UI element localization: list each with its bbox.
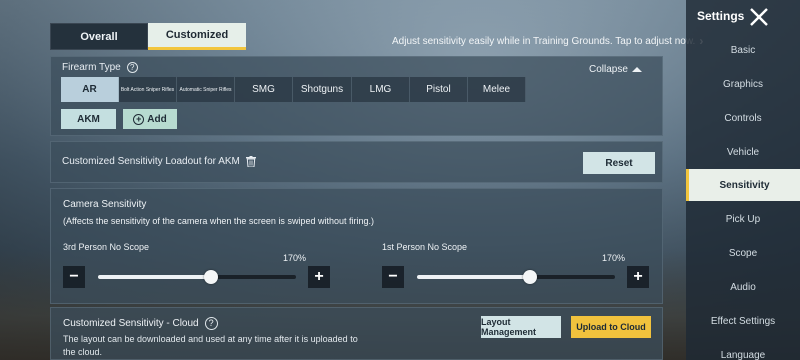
- slider-thumb[interactable]: [522, 270, 537, 284]
- camera-sensitivity-desc: (Affects the sensitivity of the camera w…: [63, 216, 374, 226]
- slider-fill: [98, 275, 211, 279]
- sidebar-item-basic[interactable]: Basic: [686, 34, 800, 66]
- tab-customized[interactable]: Customized: [148, 23, 246, 50]
- chevron-up-icon: [631, 67, 642, 72]
- mode-tabs: Overall Customized: [50, 23, 246, 50]
- upload-to-cloud-button[interactable]: Upload to Cloud: [571, 316, 651, 338]
- slider-label: 3rd Person No Scope: [63, 242, 150, 252]
- collapse-button[interactable]: Collapse: [589, 64, 642, 75]
- add-gun-button[interactable]: + Add: [123, 109, 177, 129]
- layout-management-button[interactable]: Layout Management: [481, 316, 561, 338]
- sidebar-item-scope[interactable]: Scope: [686, 237, 800, 269]
- settings-sidebar: Settings Basic Graphics Controls Vehicle…: [686, 0, 800, 360]
- loadout-title: Customized Sensitivity Loadout for AKM: [62, 156, 240, 167]
- add-gun-label: Add: [147, 113, 167, 125]
- cloud-heading: Customized Sensitivity - Cloud ?: [63, 317, 218, 330]
- sidebar-item-sensitivity[interactable]: Sensitivity: [686, 169, 800, 201]
- slider-value: 170%: [602, 253, 626, 263]
- slider-track[interactable]: [417, 270, 615, 284]
- training-tip-link[interactable]: Adjust sensitivity easily while in Train…: [392, 34, 703, 48]
- firearm-type-item[interactable]: LMG: [352, 77, 410, 102]
- camera-sensitivity-title: Camera Sensitivity: [63, 199, 147, 210]
- sidebar-item-graphics[interactable]: Graphics: [686, 68, 800, 100]
- firearm-type-item[interactable]: SMG: [235, 77, 293, 102]
- camera-sensitivity-panel: Camera Sensitivity (Affects the sensitiv…: [50, 188, 663, 304]
- trash-icon[interactable]: [245, 156, 256, 167]
- firearm-type-item[interactable]: Shotguns: [293, 77, 352, 102]
- increase-button[interactable]: +: [627, 266, 649, 288]
- sidebar-item-language[interactable]: Language: [686, 339, 800, 360]
- slider-1st-person-no-scope: 1st Person No Scope 170% − +: [382, 242, 652, 292]
- firearm-type-item[interactable]: Bolt Action Sniper Rifles: [119, 77, 177, 102]
- slider-label: 1st Person No Scope: [382, 242, 468, 252]
- decrease-button[interactable]: −: [63, 266, 85, 288]
- firearm-type-item[interactable]: Pistol: [410, 77, 468, 102]
- settings-title: Settings: [697, 9, 745, 23]
- firearm-type-item[interactable]: AR: [61, 77, 119, 102]
- firearm-panel: Firearm Type ? Collapse AR Bolt Action S…: [50, 56, 663, 136]
- firearm-type-heading: Firearm Type ?: [62, 62, 138, 73]
- sidebar-item-audio[interactable]: Audio: [686, 271, 800, 303]
- sidebar-item-effect-settings[interactable]: Effect Settings: [686, 305, 800, 337]
- slider-value: 170%: [283, 253, 307, 263]
- gun-akm-button[interactable]: AKM: [61, 109, 116, 129]
- sidebar-item-pick-up[interactable]: Pick Up: [686, 203, 800, 235]
- decrease-button[interactable]: −: [382, 266, 404, 288]
- cloud-title: Customized Sensitivity - Cloud: [63, 318, 199, 329]
- sidebar-item-controls[interactable]: Controls: [686, 102, 800, 134]
- cloud-panel: Customized Sensitivity - Cloud ? The lay…: [50, 307, 663, 360]
- tab-overall[interactable]: Overall: [50, 23, 148, 50]
- help-icon[interactable]: ?: [204, 317, 218, 330]
- loadout-heading: Customized Sensitivity Loadout for AKM: [62, 156, 256, 167]
- firearm-type-label: Firearm Type: [62, 62, 121, 73]
- close-icon[interactable]: [748, 6, 770, 28]
- increase-button[interactable]: +: [308, 266, 330, 288]
- reset-button[interactable]: Reset: [583, 152, 655, 174]
- sidebar-item-vehicle[interactable]: Vehicle: [686, 136, 800, 168]
- firearm-type-item[interactable]: Automatic Sniper Rifles: [177, 77, 235, 102]
- help-icon[interactable]: ?: [126, 62, 138, 73]
- firearm-type-item[interactable]: Melee: [468, 77, 526, 102]
- collapse-label: Collapse: [589, 64, 628, 75]
- firearm-type-list: AR Bolt Action Sniper Rifles Automatic S…: [61, 77, 526, 102]
- slider-3rd-person-no-scope: 3rd Person No Scope 170% − +: [63, 242, 333, 292]
- plus-circle-icon: +: [133, 113, 145, 125]
- training-tip-text: Adjust sensitivity easily while in Train…: [392, 35, 696, 47]
- loadout-panel: Customized Sensitivity Loadout for AKM R…: [50, 141, 663, 183]
- slider-fill: [417, 275, 530, 279]
- slider-track[interactable]: [98, 270, 296, 284]
- cloud-desc: The layout can be downloaded and used at…: [63, 334, 358, 357]
- slider-thumb[interactable]: [203, 270, 218, 284]
- main-content: Overall Customized Adjust sensitivity ea…: [0, 0, 703, 360]
